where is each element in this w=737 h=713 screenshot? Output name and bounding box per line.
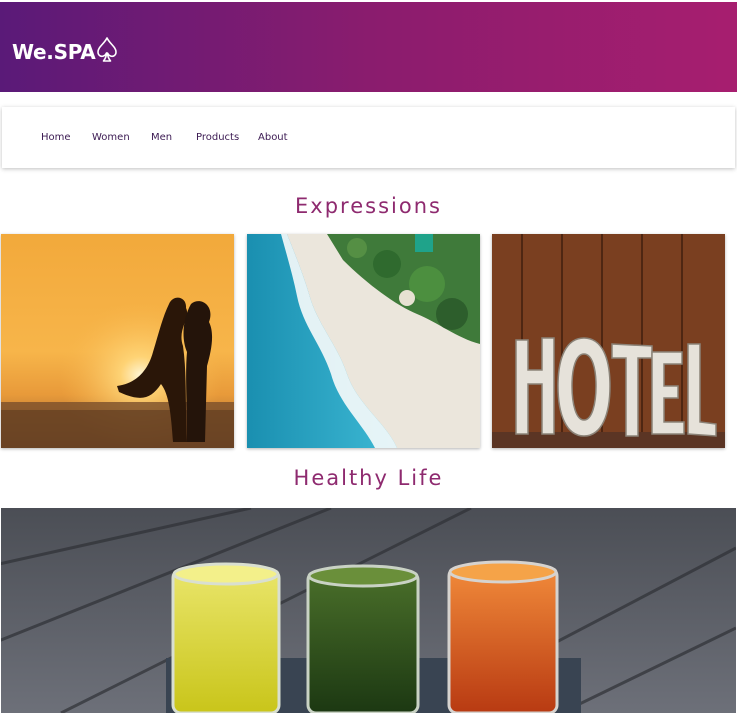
section-title-expressions: Expressions: [295, 194, 442, 218]
photo-hotel-sign[interactable]: [492, 234, 725, 448]
photo-juice-shots[interactable]: [1, 508, 736, 713]
nav-home[interactable]: Home: [41, 132, 71, 143]
photo-aerial-beach[interactable]: [247, 234, 480, 448]
nav-products[interactable]: Products: [196, 132, 239, 143]
main-nav: Home Women Men Products About: [2, 107, 735, 168]
brand-name[interactable]: We.SPA: [12, 40, 96, 64]
nav-about[interactable]: About: [258, 132, 288, 143]
nav-women[interactable]: Women: [92, 132, 130, 143]
spade-outline-icon: [97, 37, 117, 62]
photo-sunset-couple[interactable]: [1, 234, 234, 448]
nav-men[interactable]: Men: [151, 132, 172, 143]
site-header: We.SPA: [0, 2, 737, 92]
section-title-healthy-life: Healthy Life: [293, 466, 444, 490]
